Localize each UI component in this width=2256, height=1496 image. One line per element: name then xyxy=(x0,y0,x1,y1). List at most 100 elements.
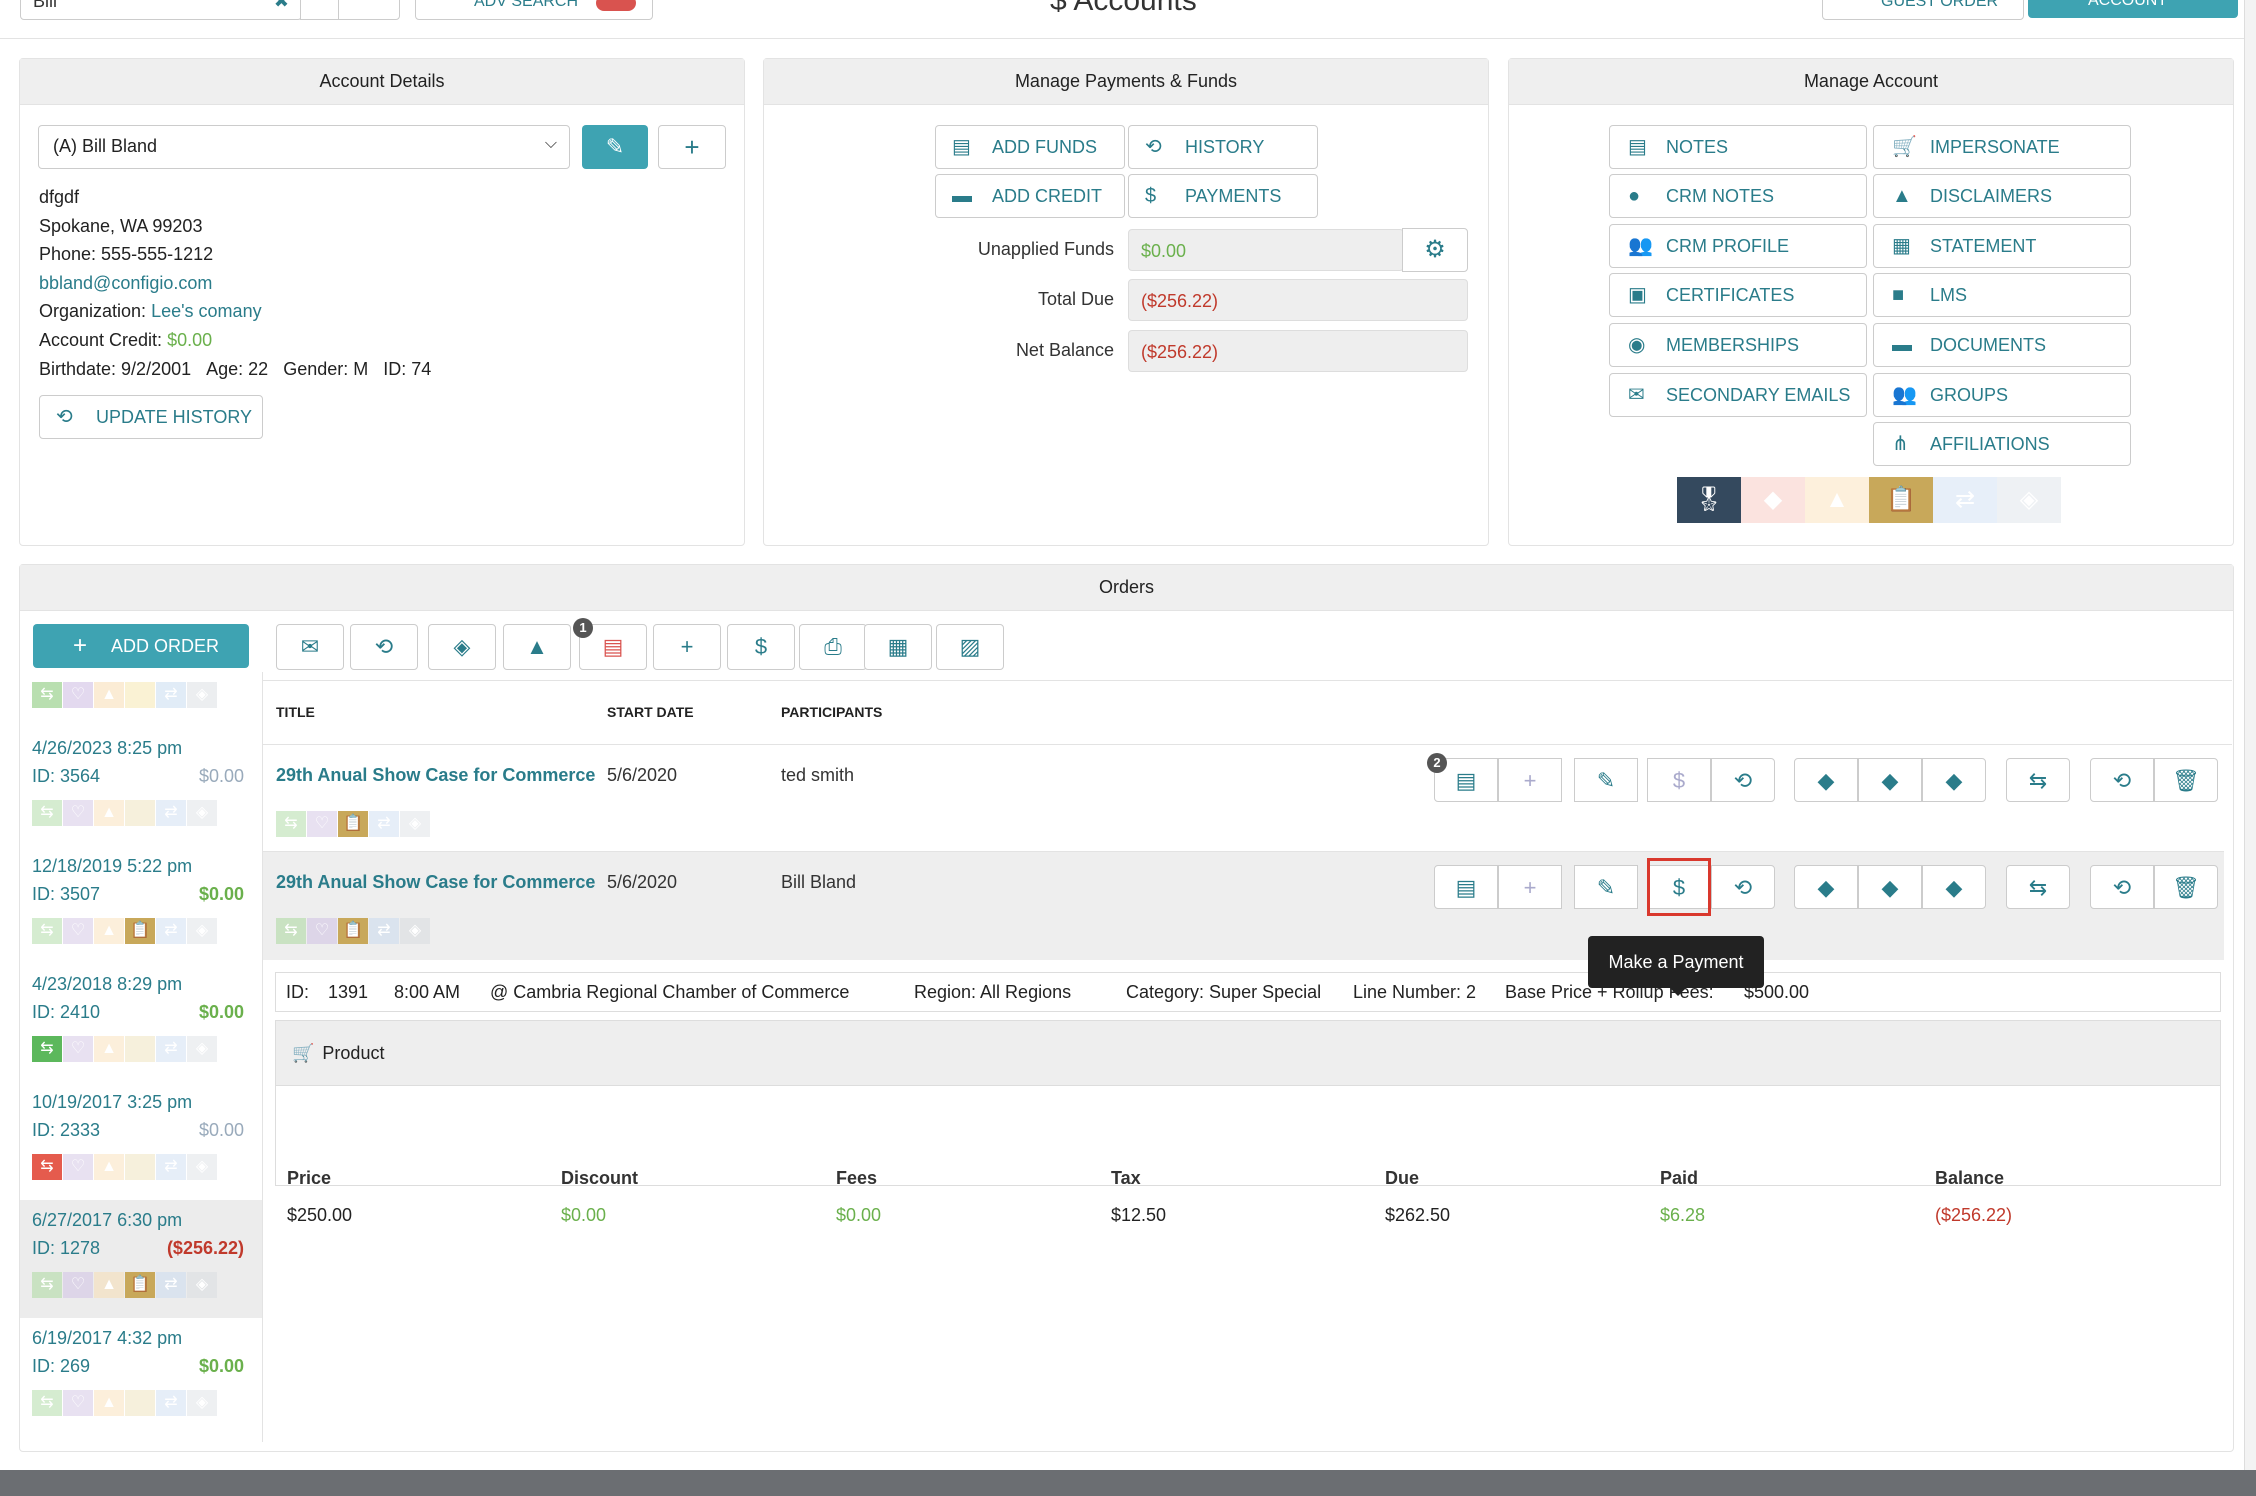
edit-icon[interactable]: ✎ xyxy=(1574,865,1638,909)
tag-plus-icon[interactable]: ◆ xyxy=(1858,758,1922,802)
notes-icon[interactable]: ▤ xyxy=(1434,865,1498,909)
guest-order-button[interactable]: GUEST ORDER xyxy=(1822,0,2024,20)
search-dropdown-button[interactable] xyxy=(300,0,340,20)
plus-icon[interactable]: + xyxy=(1498,865,1562,909)
history-icon[interactable]: ⟲ xyxy=(350,624,418,670)
history-icon[interactable]: ⟲ xyxy=(1711,758,1775,802)
documents-label: DOCUMENTS xyxy=(1930,335,2046,355)
row-start-date: 5/6/2020 xyxy=(607,765,678,785)
order-amount: $0.00 xyxy=(198,766,244,786)
demographics-row: Birthdate: 9/2/2001 Age: 22 Gender: M ID… xyxy=(39,355,431,384)
list-item[interactable]: 6/19/2017 4:32 pm ID: 269 $0.00 ⇆ ♡ ▲ ⇄ ◈ xyxy=(20,1318,262,1436)
warning-icon[interactable]: ▲ xyxy=(503,624,571,670)
lms-button[interactable]: ■ LMS xyxy=(1873,273,2131,317)
dollar-icon[interactable]: $ xyxy=(727,624,795,670)
box-icon[interactable]: ◈ xyxy=(428,624,496,670)
groups-button[interactable]: 👥 GROUPS xyxy=(1873,373,2131,417)
order-amount: $0.00 xyxy=(198,1356,244,1376)
add-credit-button[interactable]: ▬ ADD CREDIT xyxy=(935,174,1125,218)
notes-button[interactable]: ▤ NOTES xyxy=(1609,125,1867,169)
certificates-button[interactable]: ▣ CERTIFICATES xyxy=(1609,273,1867,317)
award-badge-icon[interactable]: 🎖 xyxy=(1677,477,1741,523)
email-icon[interactable]: ✉ xyxy=(276,624,344,670)
documents-button[interactable]: ▬ DOCUMENTS xyxy=(1873,323,2131,367)
account-button[interactable]: ACCOUNT xyxy=(2028,0,2238,18)
update-history-button[interactable]: ⟲ UPDATE HISTORY xyxy=(39,395,263,439)
trash-icon[interactable]: 🗑 xyxy=(2154,865,2218,909)
account-select[interactable]: (A) Bill Bland ⌵ xyxy=(38,125,570,169)
edit-icon[interactable]: ✎ xyxy=(1574,758,1638,802)
box-badge-icon[interactable]: ◈ xyxy=(1997,477,2061,523)
clipboard-badge-icon[interactable]: 📋 xyxy=(1869,477,1933,523)
history-icon: ⟲ xyxy=(1145,136,1162,158)
row-title[interactable]: 29th Anual Show Case for Commerce xyxy=(276,765,595,786)
col-title: TITLE xyxy=(276,704,315,720)
print-icon[interactable]: ⎙ xyxy=(799,624,867,670)
tag-minus-icon[interactable]: ◆ xyxy=(1794,865,1858,909)
credit-label: Account Credit: xyxy=(39,329,163,350)
add-funds-button[interactable]: ▤ ADD FUNDS xyxy=(935,125,1125,169)
clear-icon[interactable]: ✖ xyxy=(274,0,289,12)
list-item[interactable]: 4/23/2018 8:29 pm ID: 2410 $0.00 ⇆ ♡ ▲ ⇄ ◈ xyxy=(20,964,262,1082)
add-order-label: ADD ORDER xyxy=(111,636,220,656)
edit-account-button[interactable]: ✎ xyxy=(582,125,648,169)
tag-icon[interactable]: ◆ xyxy=(1922,865,1986,909)
add-order-button[interactable]: + ADD ORDER xyxy=(33,624,249,668)
gear-icon[interactable]: ⚙ xyxy=(1402,228,1468,272)
detail-id-value: 1391 xyxy=(328,982,369,1002)
statement-icon[interactable]: ▦ xyxy=(864,624,932,670)
tag-badge-icon[interactable]: ◆ xyxy=(1741,477,1805,523)
payments-history-button[interactable]: ⟲ HISTORY xyxy=(1128,125,1318,169)
list-item[interactable]: 12/18/2019 5:22 pm ID: 3507 $0.00 ⇆ ♡ ▲ 📋 ⇄ ◈ xyxy=(20,846,262,964)
window-bottom-bar xyxy=(0,1470,2256,1496)
crm-notes-button[interactable]: ● CRM NOTES xyxy=(1609,174,1867,218)
transfer-icon[interactable]: ⇆ xyxy=(2006,865,2070,909)
memberships-button[interactable]: ◉ MEMBERSHIPS xyxy=(1609,323,1867,367)
statement-button[interactable]: ▦ STATEMENT xyxy=(1873,224,2131,268)
refund-icon[interactable]: ⟲ xyxy=(2090,758,2154,802)
list-item[interactable]: 4/26/2023 8:25 pm ID: 3564 $0.00 ⇆ ♡ ▲ ⇄ ◈ xyxy=(20,728,262,846)
impersonate-button[interactable]: 🛒 IMPERSONATE xyxy=(1873,125,2131,169)
search-button[interactable] xyxy=(338,0,400,20)
secondary-emails-button[interactable]: ✉ SECONDARY EMAILS xyxy=(1609,373,1867,417)
make-payment-tooltip: Make a Payment xyxy=(1588,936,1764,996)
plus-icon[interactable]: + xyxy=(1498,758,1562,802)
adv-search-button[interactable]: ADV SEARCH xyxy=(415,0,653,20)
email-link[interactable]: bbland@configio.com xyxy=(39,269,431,298)
org-link[interactable]: Lee's comany xyxy=(151,301,262,321)
adv-search-toggle[interactable] xyxy=(596,0,636,11)
disclaimers-button[interactable]: ▲ DISCLAIMERS xyxy=(1873,174,2131,218)
group-icon: 👥 xyxy=(1892,384,1917,406)
plus-icon[interactable]: + xyxy=(653,624,721,670)
crm-notes-label: CRM NOTES xyxy=(1666,186,1774,206)
tag-plus-icon[interactable]: ◆ xyxy=(1858,865,1922,909)
tag-minus-icon[interactable]: ◆ xyxy=(1794,758,1858,802)
account-label: ACCOUNT xyxy=(2088,0,2168,9)
scrollbar[interactable] xyxy=(2244,0,2256,1470)
image-icon[interactable]: ▨ xyxy=(936,624,1004,670)
list-item[interactable]: ⇆ ♡ ▲ ⇄ ◈ xyxy=(20,672,262,728)
add-account-button[interactable]: + xyxy=(658,125,726,169)
order-amount: $0.00 xyxy=(198,1002,244,1022)
list-item[interactable]: 10/19/2017 3:25 pm ID: 2333 $0.00 ⇆ ♡ ▲ ⇄ ◈ xyxy=(20,1082,262,1200)
address-line2: Spokane, WA 99203 xyxy=(39,215,203,236)
list-item[interactable]: 6/27/2017 6:30 pm ID: 1278 ($256.22) ⇆ ♡ ▲… xyxy=(20,1200,262,1318)
transfer-badge-icon[interactable]: ⇄ xyxy=(1933,477,1997,523)
search-input[interactable]: Bill ✖ xyxy=(20,0,302,20)
order-amount: $0.00 xyxy=(198,1120,244,1140)
paid-header: Paid xyxy=(1660,1168,1699,1188)
refund-icon[interactable]: ⟲ xyxy=(2090,865,2154,909)
warning-badge-icon[interactable]: ▲ xyxy=(1805,477,1869,523)
transfer-icon[interactable]: ⇆ xyxy=(2006,758,2070,802)
history-icon[interactable]: ⟲ xyxy=(1711,865,1775,909)
dollar-icon[interactable]: $ xyxy=(1647,758,1711,802)
affiliations-button[interactable]: ⋔ AFFILIATIONS xyxy=(1873,422,2131,466)
tag-icon[interactable]: ◆ xyxy=(1922,758,1986,802)
search-value: Bill xyxy=(33,0,58,11)
crm-profile-button[interactable]: 👥 CRM PROFILE xyxy=(1609,224,1867,268)
phone: Phone: 555-555-1212 xyxy=(39,244,214,265)
tax-value: $12.50 xyxy=(1111,1205,1167,1225)
trash-icon[interactable]: 🗑 xyxy=(2154,758,2218,802)
row-title[interactable]: 29th Anual Show Case for Commerce xyxy=(276,872,595,893)
payments-button[interactable]: $ PAYMENTS xyxy=(1128,174,1318,218)
